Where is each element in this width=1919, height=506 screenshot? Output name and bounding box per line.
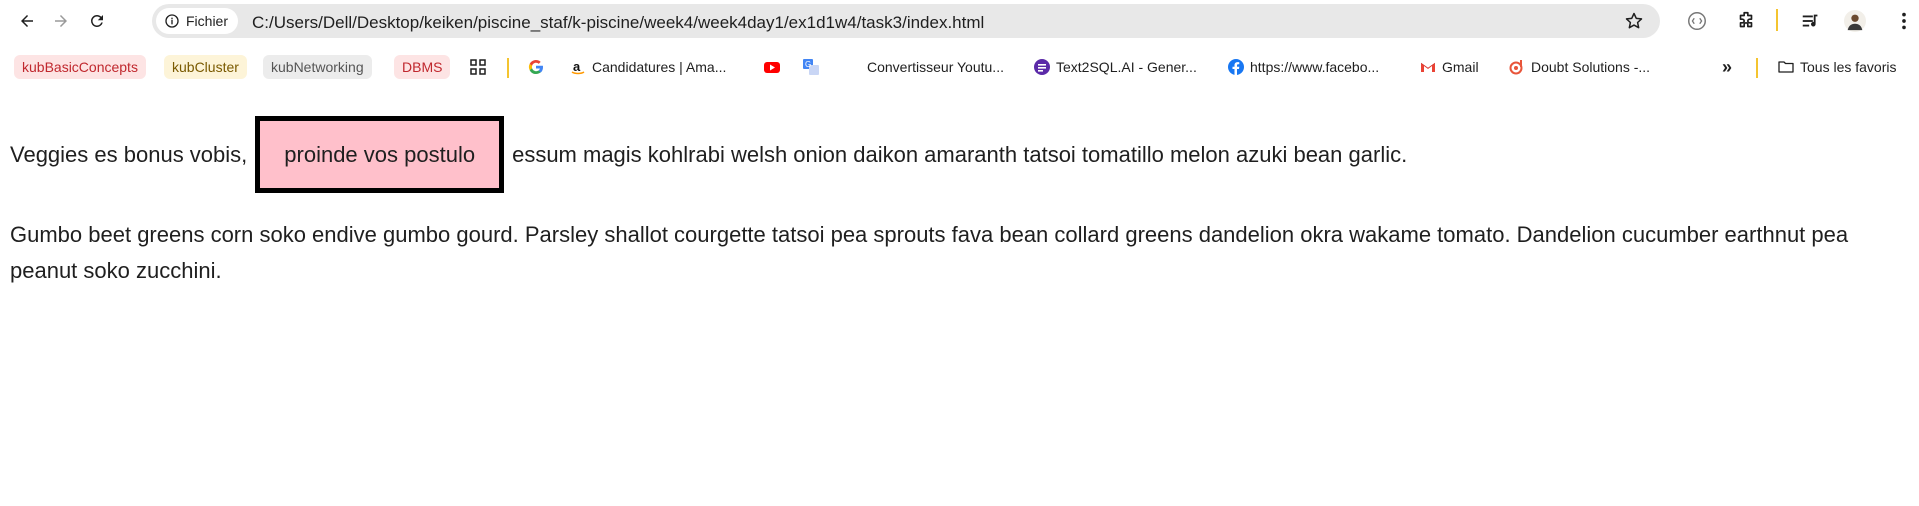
- facebook-icon: [1228, 59, 1244, 75]
- svg-text:G: G: [805, 60, 811, 69]
- browser-toolbar: Fichier C:/Users/Dell/Desktop/keiken/pis…: [0, 0, 1919, 42]
- bookmark-gmail[interactable]: Gmail: [1420, 55, 1479, 79]
- info-icon: [165, 14, 179, 28]
- bookmark-convertisseur[interactable]: Convertisseur Youtu...: [867, 55, 1004, 79]
- bookmark-google[interactable]: [528, 55, 544, 79]
- apps-grid-icon: [470, 59, 486, 75]
- bookmarks-overflow-label: »: [1722, 56, 1733, 77]
- bookmark-facebook[interactable]: https://www.facebo...: [1228, 55, 1379, 79]
- menu-kebab-icon[interactable]: [1893, 10, 1915, 32]
- gmail-icon: [1420, 62, 1436, 72]
- page-content: Veggies es bonus vobis, proinde vos post…: [10, 116, 1910, 289]
- url-text[interactable]: C:/Users/Dell/Desktop/keiken/piscine_sta…: [252, 13, 984, 33]
- doubt-solutions-icon: [1509, 60, 1523, 75]
- bookmark-translate[interactable]: G: [803, 55, 819, 79]
- bookmarks-bar: kubBasicConcepts kubCluster kubNetworkin…: [0, 52, 1919, 84]
- bookmark-label: Doubt Solutions -...: [1531, 59, 1651, 75]
- all-bookmarks-folder[interactable]: Tous les favoris: [1778, 55, 1896, 79]
- site-info-chip[interactable]: Fichier: [156, 8, 239, 34]
- bookmark-separator: [1756, 58, 1758, 78]
- bookmark-kubcluster[interactable]: kubCluster: [164, 55, 247, 79]
- bookmark-kubbasicconcepts[interactable]: kubBasicConcepts: [14, 55, 146, 79]
- site-info-label: Fichier: [186, 13, 229, 29]
- back-button[interactable]: [14, 8, 40, 34]
- paragraph-1-after: essum magis kohlrabi welsh onion daikon …: [512, 141, 1408, 167]
- text2sql-icon: [1034, 59, 1050, 75]
- bookmarks-overflow-button[interactable]: »: [1722, 55, 1732, 79]
- toolbar-divider: [1776, 9, 1778, 31]
- bookmark-youtube[interactable]: [764, 55, 780, 79]
- bookmark-label: kubCluster: [164, 55, 247, 79]
- paragraph-2: Gumbo beet greens corn soko endive gumbo…: [10, 222, 1849, 283]
- bookmark-label: DBMS: [394, 55, 451, 79]
- google-icon: [528, 60, 543, 75]
- paragraph-1: Veggies es bonus vobis, proinde vos post…: [10, 116, 1910, 193]
- bookmark-label: Gmail: [1442, 59, 1479, 75]
- bookmark-dbms[interactable]: DBMS: [394, 55, 451, 79]
- profile-avatar[interactable]: [1844, 10, 1866, 32]
- extension-circle-icon[interactable]: [1686, 10, 1708, 32]
- bookmark-label: https://www.facebo...: [1250, 59, 1380, 75]
- amazon-icon: a: [571, 59, 585, 75]
- bookmark-label: Candidatures | Ama...: [592, 59, 727, 75]
- paragraph-1-before: Veggies es bonus vobis,: [10, 141, 248, 167]
- forward-button[interactable]: [48, 8, 74, 34]
- highlight-box: proinde vos postulo: [255, 116, 505, 193]
- bookmark-candidatures[interactable]: a Candidatures | Ama...: [570, 55, 726, 79]
- bookmark-label: kubBasicConcepts: [14, 55, 146, 79]
- media-queue-icon[interactable]: [1800, 10, 1822, 32]
- extensions-puzzle-icon[interactable]: [1735, 10, 1757, 32]
- bookmark-star-icon[interactable]: [1624, 11, 1644, 31]
- arrow-right-icon: [55, 15, 67, 27]
- folder-icon: [1778, 61, 1794, 73]
- reload-button[interactable]: [84, 8, 110, 34]
- bookmark-text2sql[interactable]: Text2SQL.AI - Gener...: [1034, 55, 1197, 79]
- bookmark-label: Convertisseur Youtu...: [867, 59, 1004, 75]
- bookmark-label: Text2SQL.AI - Gener...: [1056, 59, 1197, 75]
- bookmark-separator: [507, 58, 509, 78]
- bookmark-apps[interactable]: [470, 55, 486, 79]
- svg-text:a: a: [573, 59, 581, 74]
- bookmark-kubnetworking[interactable]: kubNetworking: [263, 55, 372, 79]
- translate-icon: G: [803, 59, 819, 75]
- bookmark-label: kubNetworking: [263, 55, 372, 79]
- youtube-icon: [764, 62, 780, 73]
- address-bar[interactable]: Fichier C:/Users/Dell/Desktop/keiken/pis…: [152, 4, 1660, 38]
- all-bookmarks-label: Tous les favoris: [1800, 59, 1897, 75]
- arrow-left-icon: [21, 15, 33, 27]
- bookmark-doubt-solutions[interactable]: Doubt Solutions -...: [1509, 55, 1650, 79]
- reload-icon: [90, 14, 103, 27]
